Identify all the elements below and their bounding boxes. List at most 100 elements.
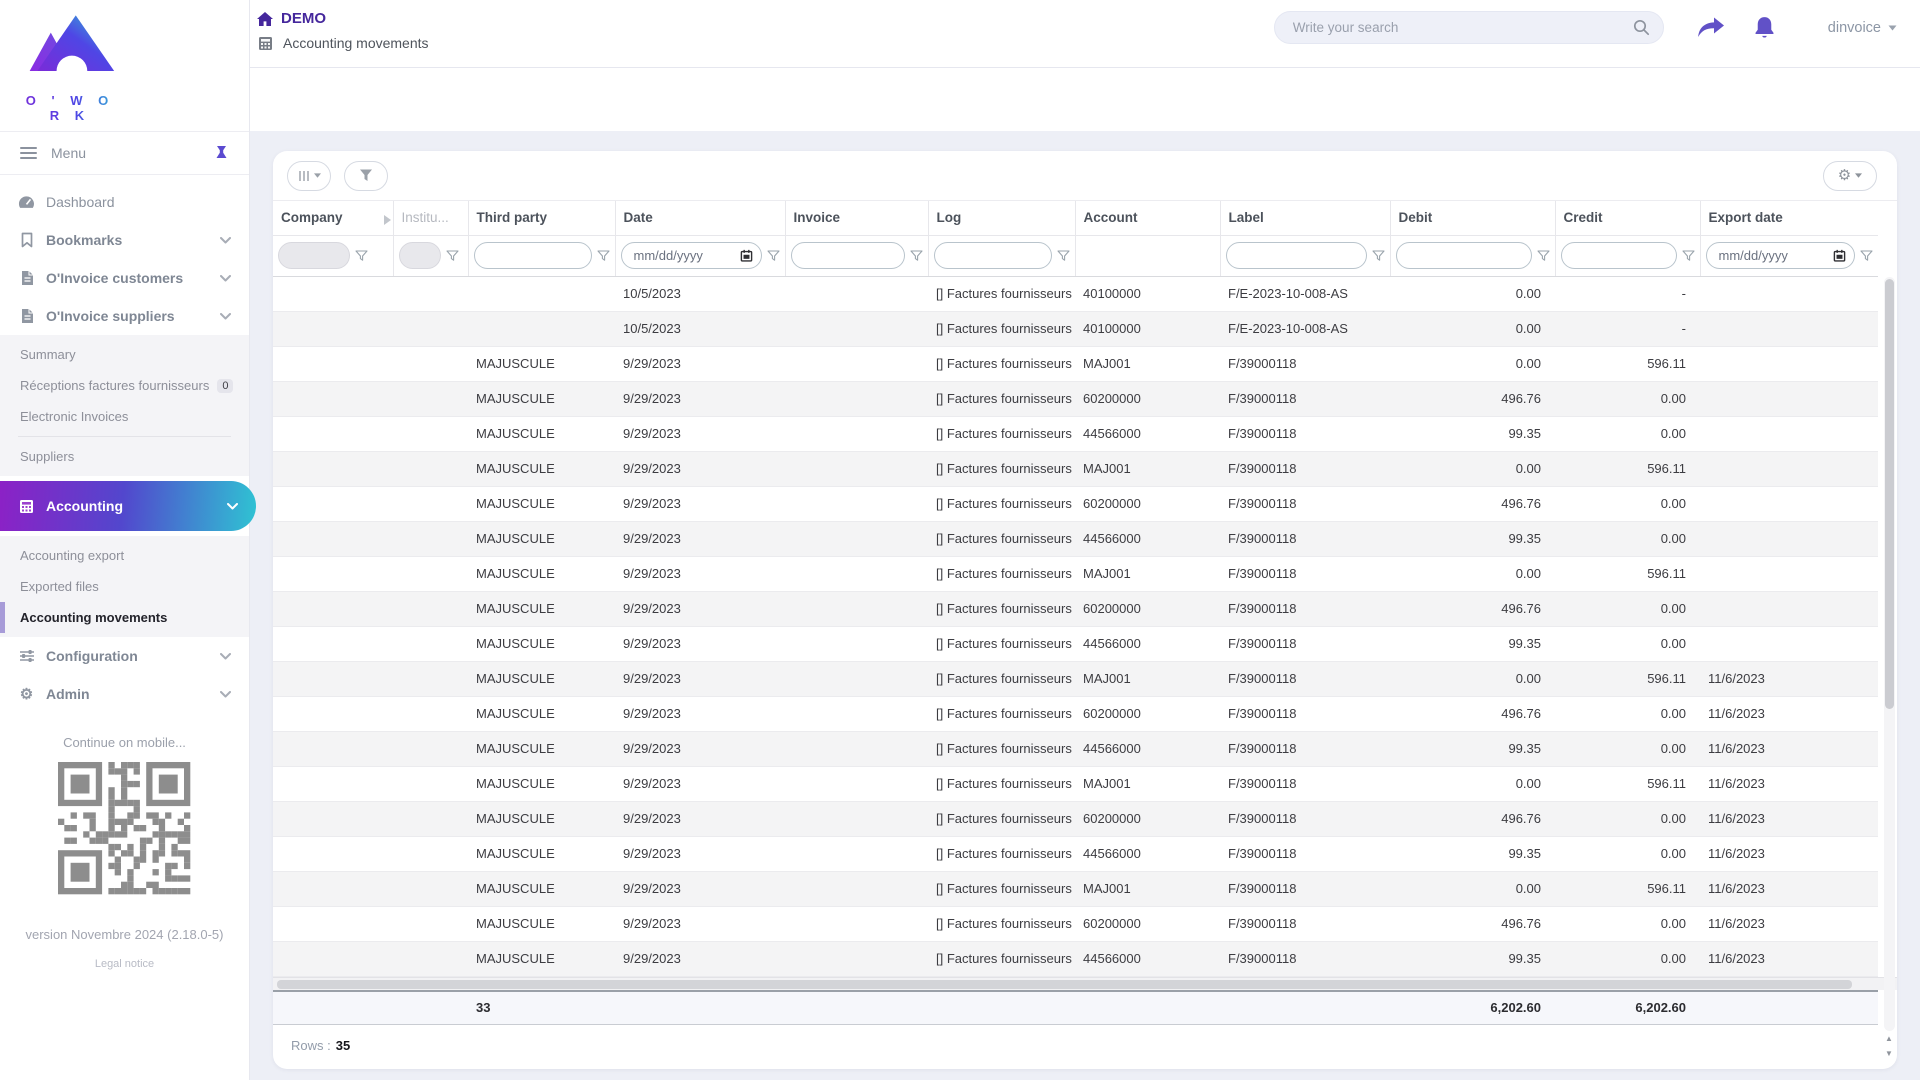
table-row[interactable]: MAJUSCULE 9/29/2023 [] Factures fournisseu… [273, 346, 1878, 381]
cell-debit: 496.76 [1501, 496, 1541, 511]
table-row[interactable]: MAJUSCULE 9/29/2023 [] Factures fournisseu… [273, 591, 1878, 626]
cell-log: [] Factures fournisseurs [936, 776, 1072, 791]
table-row[interactable]: MAJUSCULE 9/29/2023 [] Factures fournisseu… [273, 696, 1878, 731]
sidebar-item-o-invoice-customers[interactable]: O'Invoice customers [0, 259, 249, 297]
table-row[interactable]: 10/5/2023 [] Factures fournisseurs 4010000… [273, 276, 1878, 311]
sidebar-item-o-invoice-suppliers[interactable]: O'Invoice suppliers [0, 297, 249, 335]
sidebar-subitem-electronic-invoices[interactable]: Electronic Invoices [0, 401, 249, 432]
vertical-scrollbar[interactable] [1884, 277, 1895, 1031]
filter-label-input[interactable] [1225, 242, 1367, 269]
filter-funnel-icon[interactable] [1056, 249, 1070, 262]
sidebar-item-label: Configuration [46, 648, 138, 664]
column-header-export_date[interactable]: Export date [1699, 201, 1878, 235]
table-row[interactable]: MAJUSCULE 9/29/2023 [] Factures fournisseu… [273, 906, 1878, 941]
table-row[interactable]: MAJUSCULE 9/29/2023 [] Factures fournisseu… [273, 661, 1878, 696]
sidebar-subitem-accounting-movements[interactable]: Accounting movements [0, 602, 249, 633]
rows-label: Rows : [291, 1038, 331, 1053]
column-header-log[interactable]: Log [927, 201, 1075, 235]
filter-funnel-icon[interactable] [355, 249, 368, 262]
cell-company [273, 661, 393, 696]
column-header-debit[interactable]: Debit [1389, 201, 1555, 235]
column-header-credit[interactable]: Credit [1554, 201, 1700, 235]
table-row[interactable]: MAJUSCULE 9/29/2023 [] Factures fournisseu… [273, 416, 1878, 451]
column-header-institution[interactable]: Institu... [392, 201, 468, 235]
sidebar-subitem-summary[interactable]: Summary [0, 339, 249, 370]
table-row[interactable]: MAJUSCULE 9/29/2023 [] Factures fournisseu… [273, 766, 1878, 801]
sidebar-subitem-suppliers[interactable]: Suppliers [0, 441, 249, 472]
table-row[interactable]: MAJUSCULE 9/29/2023 [] Factures fournisseu… [273, 556, 1878, 591]
column-header-account[interactable]: Account [1074, 201, 1220, 235]
gear-icon: ⚙ [1837, 167, 1852, 184]
filter-funnel-icon[interactable] [1536, 249, 1550, 262]
table-row[interactable]: MAJUSCULE 9/29/2023 [] Factures fournisseu… [273, 626, 1878, 661]
total-third_party: 33 [476, 1000, 491, 1016]
horizontal-scrollbar-thumb[interactable] [277, 979, 1853, 989]
filter-cell-institution [392, 234, 468, 277]
filter-funnel-icon[interactable] [1681, 249, 1695, 262]
column-chooser-button[interactable] [287, 160, 331, 191]
column-header-company[interactable]: Company [273, 201, 393, 235]
sidebar-subitem-r-ceptions-factures-fournisseurs[interactable]: Réceptions factures fournisseurs 0 [0, 370, 249, 401]
user-menu[interactable]: dinvoice [1828, 20, 1897, 36]
filter-cell-account [1074, 234, 1220, 277]
filter-log-input[interactable] [933, 242, 1052, 269]
cell-date: 9/29/2023 [623, 461, 681, 476]
cell-account: 60200000 [1083, 391, 1141, 406]
filter-funnel-icon[interactable] [909, 249, 923, 262]
sidebar-item-bookmarks[interactable]: Bookmarks [0, 221, 249, 259]
breadcrumb-home[interactable]: DEMO [257, 10, 429, 27]
scroll-down-arrow[interactable]: ▼ [1885, 1050, 1893, 1058]
filter-third_party-input[interactable] [473, 242, 592, 269]
cell-label: F/39000118 [1228, 881, 1297, 896]
table-row[interactable]: MAJUSCULE 9/29/2023 [] Factures fournisseu… [273, 451, 1878, 486]
table-row[interactable]: MAJUSCULE 9/29/2023 [] Factures fournisseu… [273, 871, 1878, 906]
search-input[interactable] [1292, 20, 1633, 35]
filter-debit-input[interactable] [1395, 242, 1532, 269]
calendar-icon[interactable] [1833, 249, 1846, 262]
grid-settings-button[interactable]: ⚙ [1823, 160, 1877, 191]
sidebar-subitem-accounting-export[interactable]: Accounting export [0, 540, 249, 571]
filter-export_date-input[interactable]: mm/dd/yyyy [1705, 242, 1855, 269]
sidebar-item-accounting[interactable]: Accounting [0, 481, 256, 531]
column-header-date[interactable]: Date [614, 201, 785, 235]
group-expand-icon[interactable] [383, 213, 391, 228]
table-row[interactable]: MAJUSCULE 9/29/2023 [] Factures fournisseu… [273, 836, 1878, 871]
cell-account: MAJ001 [1083, 671, 1131, 686]
calendar-icon[interactable] [740, 249, 753, 262]
table-row[interactable]: MAJUSCULE 9/29/2023 [] Factures fournisseu… [273, 381, 1878, 416]
sidebar-item-dashboard[interactable]: Dashboard [0, 183, 249, 221]
sidebar-item-admin[interactable]: ⚙ Admin [0, 675, 249, 713]
scroll-up-arrow[interactable]: ▲ [1885, 1035, 1893, 1043]
sidebar-subitem-exported-files[interactable]: Exported files [0, 571, 249, 602]
filter-invoice-input[interactable] [790, 242, 905, 269]
column-header-invoice[interactable]: Invoice [784, 201, 928, 235]
cell-credit: 0.00 [1660, 391, 1686, 406]
filter-funnel-icon[interactable] [445, 249, 459, 262]
pin-icon[interactable] [214, 145, 229, 161]
search-icon[interactable] [1633, 19, 1650, 36]
filter-credit-input[interactable] [1560, 242, 1677, 269]
column-header-third_party[interactable]: Third party [467, 201, 615, 235]
filter-funnel-icon[interactable] [766, 249, 780, 262]
table-row[interactable]: 10/5/2023 [] Factures fournisseurs 4010000… [273, 311, 1878, 346]
vertical-scrollbar-thumb[interactable] [1885, 279, 1894, 709]
bell-icon[interactable] [1753, 15, 1776, 40]
cell-debit: 99.35 [1508, 426, 1541, 441]
horizontal-scrollbar[interactable] [273, 976, 1897, 990]
table-row[interactable]: MAJUSCULE 9/29/2023 [] Factures fournisseu… [273, 801, 1878, 836]
filter-funnel-icon[interactable] [1860, 249, 1873, 262]
column-header-label[interactable]: Label [1219, 201, 1390, 235]
sidebar-item-configuration[interactable]: Configuration [0, 637, 249, 675]
filter-date-input[interactable]: mm/dd/yyyy [620, 242, 762, 269]
filter-button[interactable] [344, 160, 388, 191]
share-icon[interactable] [1697, 16, 1725, 39]
legal-notice-link[interactable]: Legal notice [0, 958, 249, 970]
table-row[interactable]: MAJUSCULE 9/29/2023 [] Factures fournisseu… [273, 731, 1878, 766]
hamburger-icon[interactable] [20, 144, 37, 162]
table-row[interactable]: MAJUSCULE 9/29/2023 [] Factures fournisseu… [273, 486, 1878, 521]
filter-funnel-icon[interactable] [596, 249, 610, 262]
table-row[interactable]: MAJUSCULE 9/29/2023 [] Factures fournisseu… [273, 941, 1878, 976]
filter-funnel-icon[interactable] [1371, 249, 1385, 262]
sidebar-item-label: Dashboard [46, 194, 115, 210]
table-row[interactable]: MAJUSCULE 9/29/2023 [] Factures fournisseu… [273, 521, 1878, 556]
